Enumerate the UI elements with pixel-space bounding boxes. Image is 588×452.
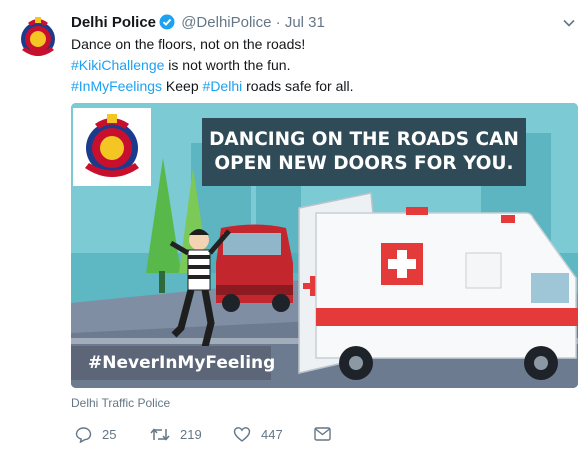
avatar[interactable] xyxy=(14,14,62,62)
retweet-icon xyxy=(150,427,170,441)
author-handle[interactable]: @DelhiPolice xyxy=(181,14,271,31)
police-logo-icon xyxy=(15,15,61,61)
like-button[interactable]: 447 xyxy=(233,423,283,445)
reply-button[interactable]: 25 xyxy=(75,423,116,445)
tweet-text-fragment: roads safe for all. xyxy=(242,78,354,94)
author-name[interactable]: Delhi Police xyxy=(71,14,156,31)
police-logo-icon xyxy=(85,114,139,177)
chevron-down-icon[interactable] xyxy=(562,16,576,30)
media-credit[interactable]: Delhi Traffic Police xyxy=(71,396,170,410)
hashtag-inmyfeelings[interactable]: #InMyFeelings xyxy=(71,78,162,94)
tweet-text-fragment: is not worth the fun. xyxy=(164,57,291,73)
reply-count: 25 xyxy=(102,426,117,442)
direct-message-button[interactable] xyxy=(314,423,341,445)
tweet-media[interactable]: DANCING ON THE ROADS CAN OPEN NEW DOORS … xyxy=(71,103,578,388)
tweet-header: Delhi Police @DelhiPolice · Jul 31 xyxy=(71,13,325,33)
tweet-card[interactable]: Delhi Police @DelhiPolice · Jul 31 Dance… xyxy=(0,0,588,452)
retweet-button[interactable]: 219 xyxy=(150,423,202,445)
hashtag-overlay: #NeverInMyFeeling xyxy=(71,346,275,380)
banner-line-2: OPEN NEW DOORS FOR YOU. xyxy=(214,153,514,174)
tweet-text-line-2: #KikiChallenge is not worth the fun. xyxy=(71,55,571,76)
banner: DANCING ON THE ROADS CAN OPEN NEW DOORS … xyxy=(202,118,526,186)
tweet-text-line-1: Dance on the floors, not on the roads! xyxy=(71,36,306,52)
tweet-text-line-3: #InMyFeelings Keep #Delhi roads safe for… xyxy=(71,76,571,97)
hashtag-overlay-text: #NeverInMyFeeling xyxy=(88,353,276,373)
header-separator: · xyxy=(275,14,281,31)
message-icon xyxy=(314,427,331,441)
verified-badge-icon xyxy=(159,14,175,30)
hashtag-kikichallenge[interactable]: #KikiChallenge xyxy=(71,57,164,73)
hashtag-delhi[interactable]: #Delhi xyxy=(203,78,243,94)
retweet-count: 219 xyxy=(180,426,202,442)
tweet-date[interactable]: Jul 31 xyxy=(285,14,325,31)
reply-icon xyxy=(75,426,92,443)
banner-line-1: DANCING ON THE ROADS CAN xyxy=(209,129,519,150)
media-police-logo xyxy=(73,108,151,186)
like-count: 447 xyxy=(261,426,283,442)
tweet-text: Dance on the floors, not on the roads! #… xyxy=(71,34,571,97)
like-icon xyxy=(233,426,251,442)
tweet-text-fragment: Keep xyxy=(162,78,203,94)
